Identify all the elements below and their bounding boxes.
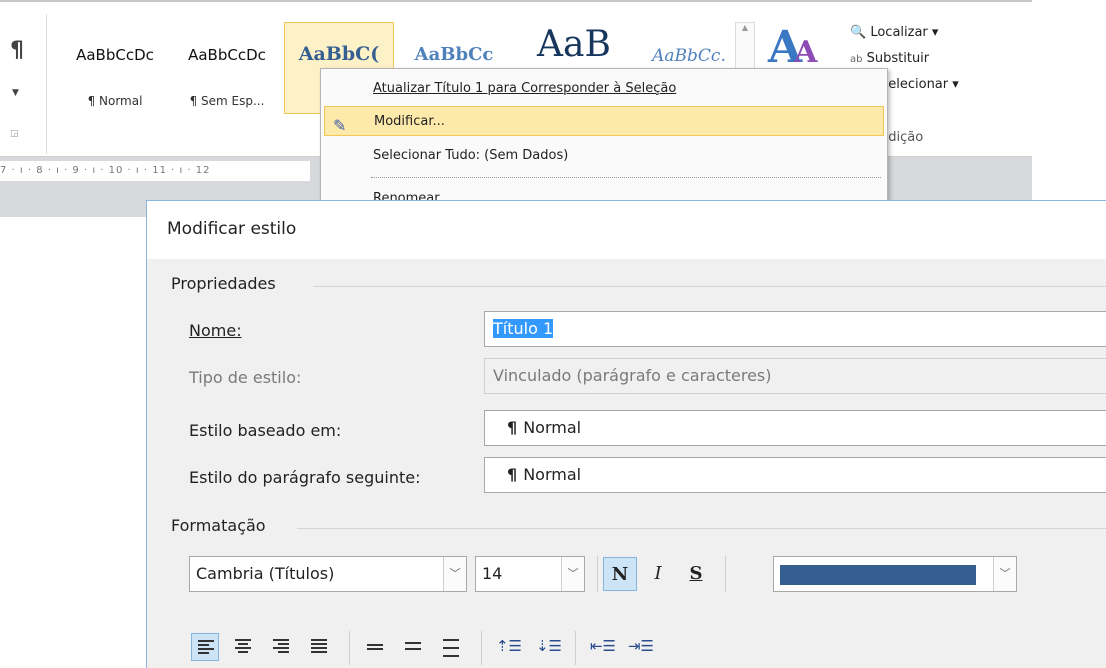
single-spacing-button[interactable]: [361, 633, 389, 661]
one-half-spacing-icon: [405, 642, 421, 652]
dialog-launcher-icon[interactable]: ◲: [10, 129, 19, 139]
chevron-down-icon[interactable]: ﹀: [443, 557, 466, 591]
toolbar-separator: [481, 631, 482, 665]
style-sample: AaBbCc: [414, 44, 494, 65]
ruler[interactable]: 7 · ı · 8 · ı · 9 · ı · 10 · ı · 11 · ı …: [0, 161, 310, 181]
next-style-value: Normal: [523, 465, 582, 484]
increase-indent-icon[interactable]: ⇥☰: [625, 629, 657, 663]
modify-style-dialog: Modificar estilo Propriedades Nome: Títu…: [146, 200, 1106, 668]
style-type-value: Vinculado (parágrafo e caracteres): [493, 366, 772, 385]
justify-button[interactable]: [305, 633, 333, 661]
group-divider: [46, 14, 47, 154]
menu-item-modify[interactable]: ✎ Modificar...: [324, 106, 884, 136]
section-divider: [313, 286, 1106, 287]
toolbar-separator: [349, 631, 350, 665]
underline-button[interactable]: S: [679, 557, 713, 591]
italic-button[interactable]: I: [641, 557, 675, 591]
name-label: Nome:: [189, 321, 242, 340]
based-on-label: Estilo baseado em:: [189, 421, 342, 440]
style-sample: AaBbCcDc: [76, 46, 154, 64]
double-spacing-icon: [443, 639, 459, 659]
context-menu: Atualizar Título 1 para Corresponder à S…: [320, 68, 888, 220]
menu-separator: [371, 177, 881, 178]
align-right-icon: [273, 639, 289, 655]
style-sample: AaBbCc.: [652, 46, 726, 66]
decrease-indent-icon[interactable]: ⇤☰: [587, 629, 619, 663]
chevron-down-icon[interactable]: ﹀: [561, 557, 584, 591]
style-sample: AaBbC(: [298, 43, 380, 65]
find-label: Localizar ▾: [870, 25, 939, 40]
font-name-combo[interactable]: Cambria (Títulos) ﹀: [189, 556, 467, 592]
style-label: ¶ Sem Esp...: [189, 94, 265, 108]
justify-icon: [311, 639, 327, 655]
name-value: Título 1: [493, 319, 554, 338]
find-button[interactable]: 🔍 Localizar ▾: [850, 22, 959, 48]
one-half-spacing-button[interactable]: [399, 633, 427, 661]
toolbar-separator: [725, 556, 726, 592]
toolbar-separator: [575, 631, 576, 665]
properties-section-label: Propriedades: [171, 274, 276, 293]
font-color-swatch: [780, 565, 976, 585]
single-spacing-icon: [367, 644, 383, 652]
binoculars-icon: 🔍: [850, 25, 867, 40]
style-normal[interactable]: AaBbCcDc ¶ Normal: [60, 22, 170, 114]
modify-style-icon: ✎: [333, 116, 347, 135]
next-style-label: Estilo do parágrafo seguinte:: [189, 468, 421, 487]
style-type-select: Vinculado (parágrafo e caracteres): [484, 358, 1106, 394]
style-no-spacing[interactable]: AaBbCcDc ¶ Sem Esp...: [172, 22, 282, 114]
toolbar-separator: [597, 556, 598, 592]
next-style-select[interactable]: ¶ Normal: [484, 457, 1106, 493]
style-sample: AaBbCcDc: [188, 46, 266, 64]
name-label-text: Nome:: [189, 321, 242, 340]
font-size-value: 14: [482, 564, 503, 583]
ruler-ticks: 7 · ı · 8 · ı · 9 · ı · 10 · ı · 11 · ı …: [0, 165, 211, 176]
align-left-icon: [198, 640, 214, 656]
select-label: Selecionar ▾: [880, 77, 959, 92]
menu-item-select-all[interactable]: Selecionar Tudo: (Sem Dados): [321, 141, 887, 171]
menu-item-update-heading[interactable]: Atualizar Título 1 para Corresponder à S…: [321, 74, 887, 104]
show-hide-pilcrow-button[interactable]: ¶: [10, 38, 24, 63]
replace-label: Substituir: [866, 51, 930, 66]
font-size-combo[interactable]: 14 ﹀: [475, 556, 585, 592]
dialog-title: Modificar estilo: [167, 219, 297, 239]
menu-item-label: Selecionar Tudo: (Sem Dados): [373, 148, 569, 163]
double-spacing-button[interactable]: [437, 633, 465, 661]
font-name-value: Cambria (Títulos): [196, 564, 335, 583]
section-divider: [297, 528, 1106, 529]
pilcrow-icon: ¶: [507, 465, 518, 484]
formatting-section-label: Formatação: [171, 516, 266, 535]
font-color-combo[interactable]: ﹀: [773, 556, 1017, 592]
menu-item-label: Modificar...: [374, 114, 445, 129]
change-styles-icon[interactable]: AA: [768, 22, 818, 73]
chevron-down-icon[interactable]: ▼: [12, 88, 19, 98]
style-label: ¶ Normal: [87, 94, 143, 108]
bold-button[interactable]: N: [603, 557, 637, 591]
align-center-icon: [235, 639, 251, 655]
align-center-button[interactable]: [229, 633, 257, 661]
menu-item-label: Atualizar Título 1 para Corresponder à S…: [373, 81, 677, 96]
align-right-button[interactable]: [267, 633, 295, 661]
based-on-value: Normal: [523, 418, 582, 437]
align-left-button[interactable]: [191, 633, 219, 661]
pilcrow-icon: ¶: [507, 418, 518, 437]
space-before-increase-icon[interactable]: ⇡☰: [493, 629, 525, 663]
style-type-label: Tipo de estilo:: [189, 368, 302, 387]
based-on-select[interactable]: ¶ Normal: [484, 410, 1106, 446]
dialog-titlebar[interactable]: Modificar estilo: [147, 201, 1106, 259]
space-before-decrease-icon[interactable]: ⇣☰: [533, 629, 565, 663]
name-field[interactable]: Título 1: [484, 311, 1106, 347]
style-sample: AaB: [537, 24, 611, 65]
replace-icon: ab: [850, 54, 863, 65]
chevron-down-icon[interactable]: ﹀: [993, 557, 1016, 591]
